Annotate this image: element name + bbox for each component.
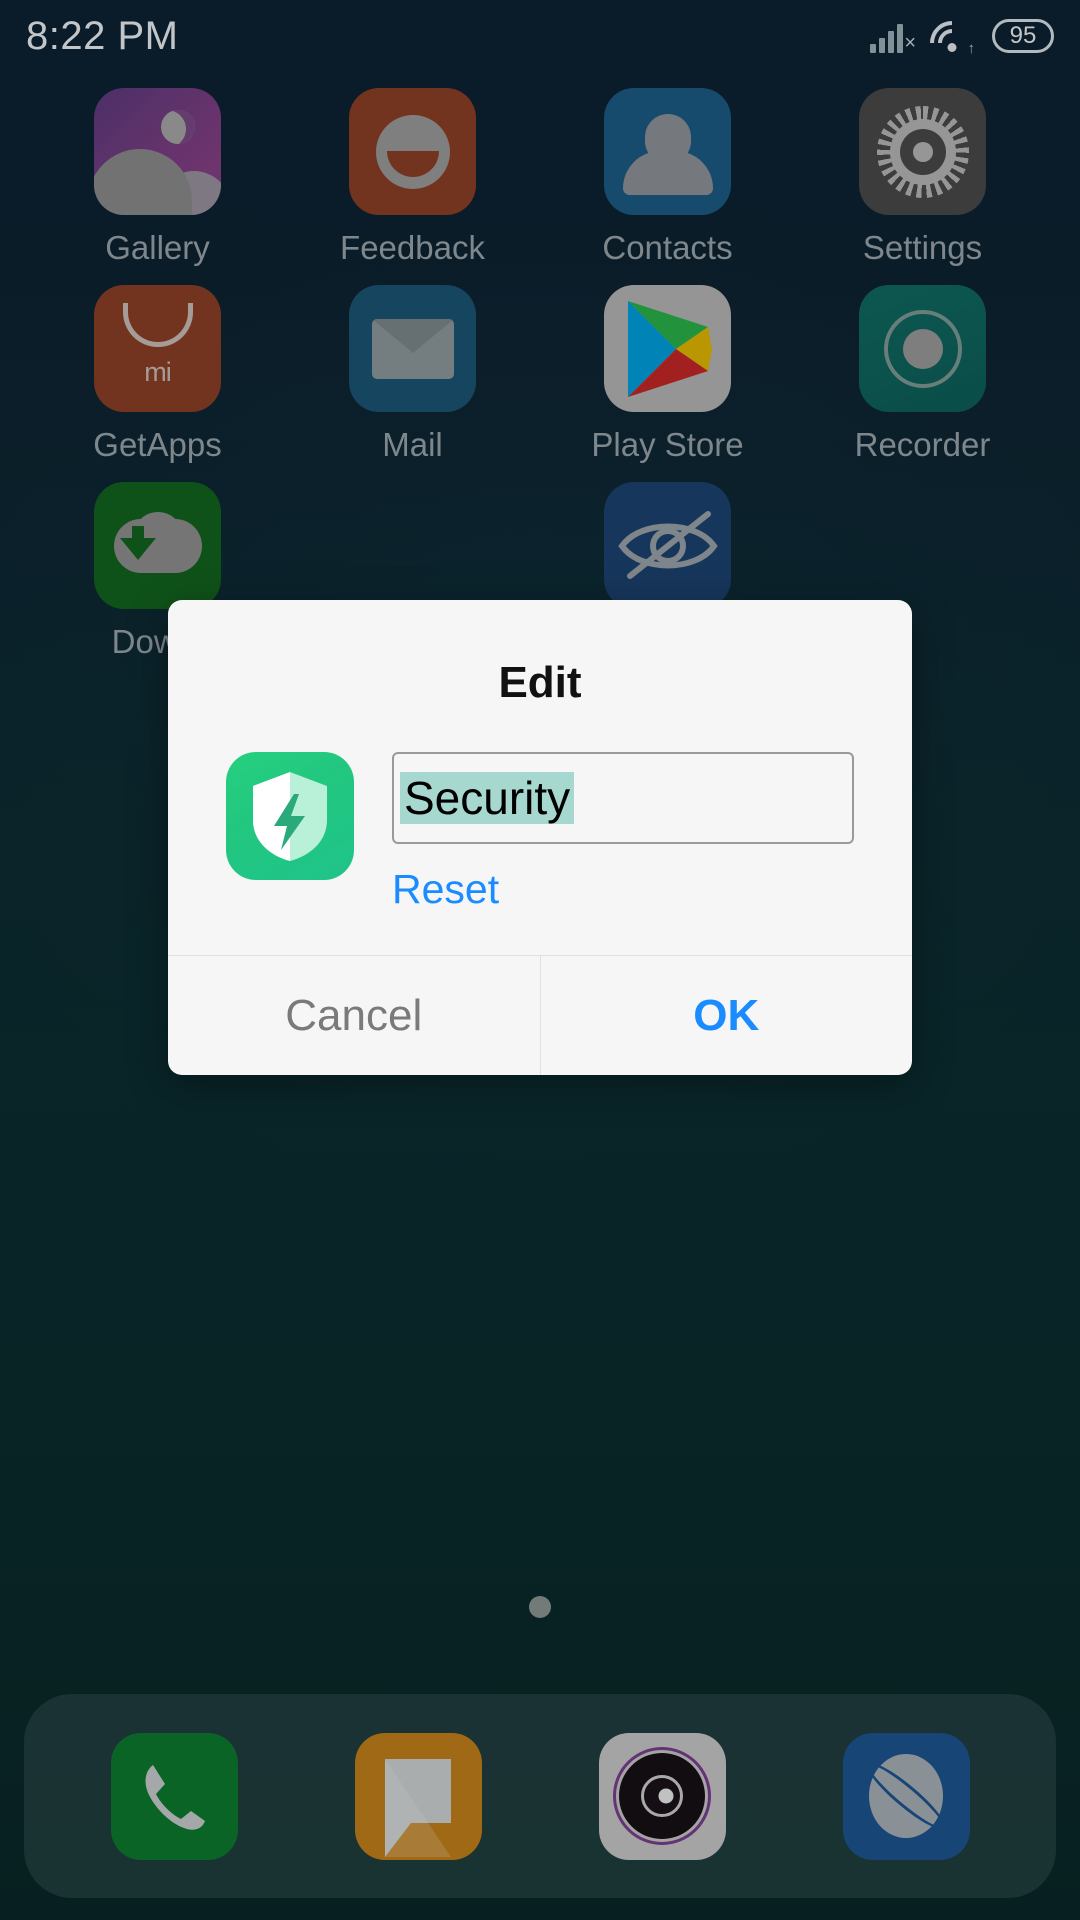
cancel-button[interactable]: Cancel	[168, 956, 540, 1075]
dialog-actions: Cancel OK	[168, 955, 912, 1075]
dialog-body: Security Reset	[168, 708, 912, 913]
app-name-input-value: Security	[400, 771, 575, 825]
dialog-field-column: Security Reset	[392, 752, 854, 913]
app-name-input[interactable]: Security	[392, 752, 854, 844]
ok-button[interactable]: OK	[541, 956, 913, 1075]
dialog-title: Edit	[498, 658, 582, 707]
security-shield-icon[interactable]	[226, 752, 354, 880]
edit-dialog: Edit Security Reset Cancel OK	[168, 600, 912, 1075]
reset-link[interactable]: Reset	[392, 866, 854, 913]
